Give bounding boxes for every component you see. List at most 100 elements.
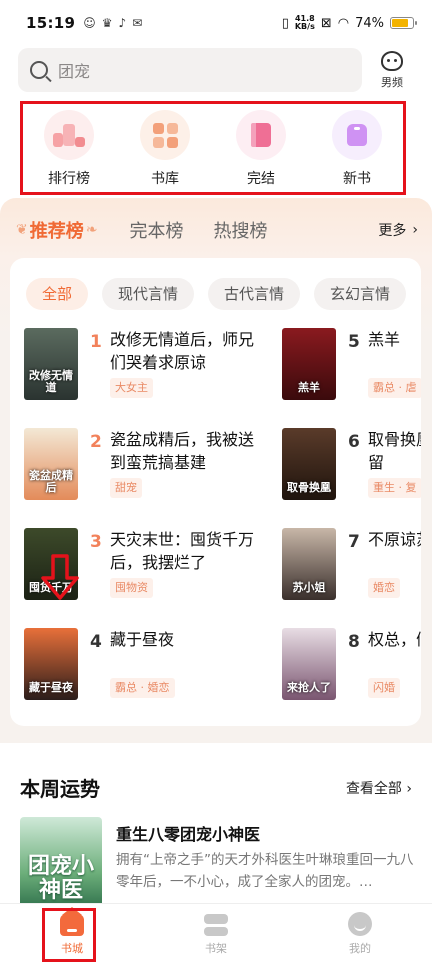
weekly-book-title[interactable]: 重生八零团宠小神医 — [116, 821, 260, 845]
status-right-icons: ▯ 41.8 KB/s ⊠ ◠ 74% — [281, 15, 417, 31]
book-rank-number: 1 — [90, 332, 102, 352]
tab-hot-search[interactable]: 热搜榜 — [213, 217, 267, 243]
book-tag: 甜宠 — [110, 478, 142, 498]
quick-nav-ranking[interactable]: 排行榜 — [29, 104, 109, 192]
quick-nav-library[interactable]: 书库 — [125, 104, 205, 192]
book-title: 天灾末世：囤货千万后，我摆烂了 — [110, 530, 255, 572]
book-cover-text: 取骨换凰 — [287, 481, 331, 494]
boy-face-icon — [381, 50, 403, 71]
wifi-icon: ◠ — [337, 15, 350, 31]
profile-icon — [348, 912, 372, 936]
sim-off-icon: ⊠ — [320, 15, 332, 31]
battery-icon — [390, 17, 417, 29]
vibrate-icon: ▯ — [281, 15, 289, 31]
chip-all[interactable]: 全部 — [26, 278, 89, 310]
book-cover: 瓷盆成精后 — [24, 428, 78, 500]
book-item[interactable]: 取骨换凰 6 取骨换凰命你留重生 · 复 — [282, 428, 421, 504]
weekly-book-cover[interactable]: 团宠小神医 — [20, 817, 102, 911]
tab-recommend-label: 推荐榜 — [29, 221, 84, 242]
book-icon — [236, 110, 286, 160]
book-cover-text: 来抢人了 — [287, 681, 331, 694]
ranking-tabs: ❦ 推荐榜 ❧ 完本榜 热搜榜 更多 › — [14, 212, 418, 248]
book-tag: 重生 · 复 — [368, 478, 421, 498]
tab-label: 书架 — [205, 942, 227, 955]
tab-completed[interactable]: 完本榜 — [129, 217, 183, 243]
chip-fantasy-romance[interactable]: 玄幻言情 — [314, 278, 407, 310]
quick-nav-label: 完结 — [247, 171, 275, 187]
book-tag: 婚恋 — [368, 578, 400, 598]
gender-switch-label: 男频 — [381, 75, 403, 89]
book-rank-number: 6 — [348, 432, 360, 452]
status-bar: 15:19 ☺ ♛ ♪ ✉ ▯ 41.8 KB/s ⊠ ◠ 74% — [0, 0, 432, 46]
ranking-card: 全部 现代言情 古代言情 玄幻言情 改修无情道 1 改修无情道后，师兄们哭着求原谅大… — [10, 258, 421, 726]
book-item[interactable]: 来抢人了 8 权总，们来抢闪婚 — [282, 628, 421, 704]
book-cover-text: 苏小姐 — [292, 581, 326, 594]
search-placeholder: 团宠 — [58, 62, 91, 81]
book-cover: 改修无情道 — [24, 328, 78, 400]
chip-ancient-romance[interactable]: 古代言情 — [208, 278, 301, 310]
weekly-section: 本周运势 查看全部 › 团宠小神医 重生八零团宠小神医 拥有“上帝之手”的天才外… — [0, 751, 432, 911]
search-input[interactable]: 团宠 — [18, 48, 362, 92]
search-row: 团宠 男频 — [18, 48, 418, 92]
weekly-title: 本周运势 — [20, 777, 100, 801]
book-cover-text: 藏于昼夜 — [29, 681, 73, 694]
more-link[interactable]: 更多 › — [378, 220, 418, 240]
weekly-book-desc: 拥有“上帝之手”的天才外科医生叶琳琅重回一九八零年后，一不小心，成了全家人的团宠… — [116, 852, 414, 890]
book-rank-number: 7 — [348, 532, 360, 552]
tab-profile[interactable]: 我的 — [288, 904, 432, 964]
net-speed: 41.8 KB/s — [295, 15, 315, 31]
book-tag: 霸总 · 虐 — [368, 378, 421, 398]
book-cover-text: 瓷盆成精后 — [29, 469, 73, 494]
laurel-right-icon: ❧ — [85, 222, 98, 238]
book-tag: 闪婚 — [368, 678, 400, 698]
highlight-box — [42, 908, 96, 962]
net-speed-unit: KB/s — [294, 22, 315, 31]
book-item[interactable]: 瓷盆成精后 2 瓷盆成精后，我被送到蛮荒搞基建 甜宠 — [24, 428, 264, 504]
book-cover-text: 改修无情道 — [29, 369, 73, 394]
crown-icon: ♛ — [101, 16, 113, 30]
tab-bookshelf[interactable]: 书架 — [144, 904, 288, 964]
quick-nav-new[interactable]: 新书 — [317, 104, 397, 192]
weekly-cover-text: 团宠小神医 — [27, 854, 94, 903]
book-cover: 取骨换凰 — [282, 428, 336, 500]
battery-percent: 74% — [355, 15, 384, 31]
ranking-icon — [44, 110, 94, 160]
chevron-right-icon: › — [412, 222, 418, 238]
new-tag-icon — [332, 110, 382, 160]
quick-nav-completed[interactable]: 完结 — [221, 104, 301, 192]
book-title: 改修无情道后，师兄们哭着求原谅 — [110, 330, 255, 372]
tiktok-icon: ♪ — [118, 16, 127, 30]
view-all-link[interactable]: 查看全部 › — [346, 778, 412, 798]
book-tag: 大女主 — [110, 378, 153, 398]
book-rank-number: 3 — [90, 532, 102, 552]
book-cover: 苏小姐 — [282, 528, 336, 600]
book-rank-number: 8 — [348, 632, 360, 652]
book-tag: 霸总 · 婚恋 — [110, 678, 175, 698]
book-title: 瓷盆成精后，我被送到蛮荒搞基建 — [110, 430, 255, 472]
book-item[interactable]: 羔羊 5 羔羊 霸总 · 虐 — [282, 328, 421, 404]
book-cover: 藏于昼夜 — [24, 628, 78, 700]
laurel-left-icon: ❦ — [16, 222, 28, 238]
view-all-label: 查看全部 — [345, 780, 402, 797]
quick-nav-label: 书库 — [151, 171, 179, 187]
app-screen: 15:19 ☺ ♛ ♪ ✉ ▯ 41.8 KB/s ⊠ ◠ 74% 团宠 男频 — [0, 0, 432, 964]
chip-modern-romance[interactable]: 现代言情 — [102, 278, 195, 310]
quick-nav-label: 新书 — [343, 171, 371, 187]
book-title: 不原谅苏小姐 — [368, 530, 421, 549]
tab-label: 我的 — [349, 942, 371, 955]
tab-recommend[interactable]: ❦ 推荐榜 ❧ — [14, 217, 99, 243]
book-cover: 来抢人了 — [282, 628, 336, 700]
gender-switch-button[interactable]: 男频 — [366, 50, 418, 90]
book-title: 取骨换凰命你留 — [368, 430, 421, 472]
book-rank-number: 5 — [348, 332, 360, 352]
ranking-panel: ❦ 推荐榜 ❧ 完本榜 热搜榜 更多 › 全部 现代言情 古代言情 玄幻言情 改… — [0, 198, 432, 743]
book-title: 藏于昼夜 — [110, 630, 175, 649]
more-label: 更多 — [378, 223, 407, 239]
category-chips: 全部 现代言情 古代言情 玄幻言情 — [26, 278, 407, 310]
book-item[interactable]: 苏小姐 7 不原谅苏小姐婚恋 — [282, 528, 421, 604]
book-item[interactable]: 藏于昼夜 4 藏于昼夜 霸总 · 婚恋 — [24, 628, 264, 704]
book-title: 羔羊 — [368, 330, 401, 349]
book-rank-number: 4 — [90, 632, 102, 652]
chevron-right-icon: › — [406, 780, 412, 797]
book-item[interactable]: 改修无情道 1 改修无情道后，师兄们哭着求原谅大女主 — [24, 328, 264, 404]
